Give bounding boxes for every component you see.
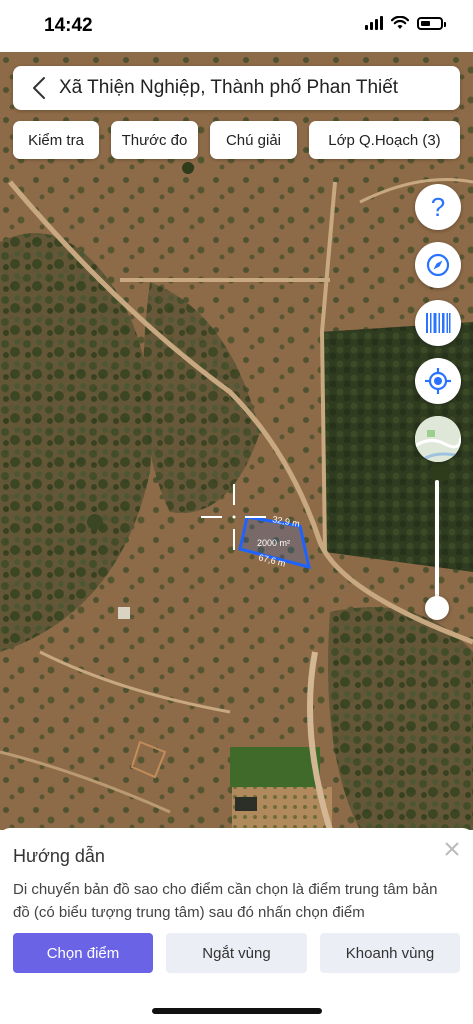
satellite-map[interactable]: 32,9 m 2000 m² 67,6 m <box>0 52 473 830</box>
panel-description: Di chuyển bản đồ sao cho điểm cần chọn l… <box>13 881 438 921</box>
zoom-slider-track[interactable] <box>435 480 439 608</box>
help-icon: ? <box>431 193 445 221</box>
status-time: 14:42 <box>44 15 93 36</box>
back-arrow-icon[interactable] <box>19 66 59 110</box>
wifi-icon <box>391 16 409 29</box>
map-tool-chips: Kiểm tra Thước đo Chú giải Lớp Q.Hoạch (… <box>13 121 460 159</box>
chip-thuoc-do[interactable]: Thước đo <box>111 121 198 159</box>
chip-lop-quy-hoach[interactable]: Lớp Q.Hoạch (3) <box>309 121 460 159</box>
compass-button[interactable] <box>415 242 461 288</box>
break-zone-button[interactable]: Ngắt vùng <box>166 933 307 973</box>
location-title: Xã Thiện Nghiệp, Thành phố Phan Thiết <box>59 77 399 98</box>
chip-kiem-tra[interactable]: Kiểm tra <box>13 121 99 159</box>
my-location-button[interactable] <box>415 358 461 404</box>
compass-icon <box>426 253 450 277</box>
barcode-icon <box>426 313 451 333</box>
basemap-toggle-button[interactable] <box>415 416 461 462</box>
guide-panel: Hướng dẫn Di chuyển bản đồ sao cho điểm … <box>0 828 473 1024</box>
home-indicator <box>152 1008 322 1014</box>
status-bar: 14:42 <box>0 0 473 52</box>
help-button[interactable]: ? <box>415 184 461 230</box>
locate-icon <box>425 368 451 394</box>
chip-chu-giai[interactable]: Chú giải <box>210 121 297 159</box>
select-point-button[interactable]: Chọn điểm <box>13 933 153 973</box>
location-header: Xã Thiện Nghiệp, Thành phố Phan Thiết <box>13 66 460 110</box>
zoom-slider-thumb[interactable] <box>425 596 449 620</box>
barcode-button[interactable] <box>415 300 461 346</box>
cellular-signal-icon <box>365 16 383 30</box>
basemap-thumbnail <box>415 416 461 462</box>
panel-title: Hướng dẫn <box>13 846 105 866</box>
battery-icon <box>417 16 446 30</box>
enclose-zone-button[interactable]: Khoanh vùng <box>320 933 460 973</box>
parcel-overlay: 32,9 m 2000 m² 67,6 m <box>201 484 311 570</box>
status-icons <box>365 16 446 30</box>
close-icon[interactable] <box>443 840 461 858</box>
parcel-area-label: 2000 m² <box>257 538 290 548</box>
svg-text:?: ? <box>431 193 445 221</box>
